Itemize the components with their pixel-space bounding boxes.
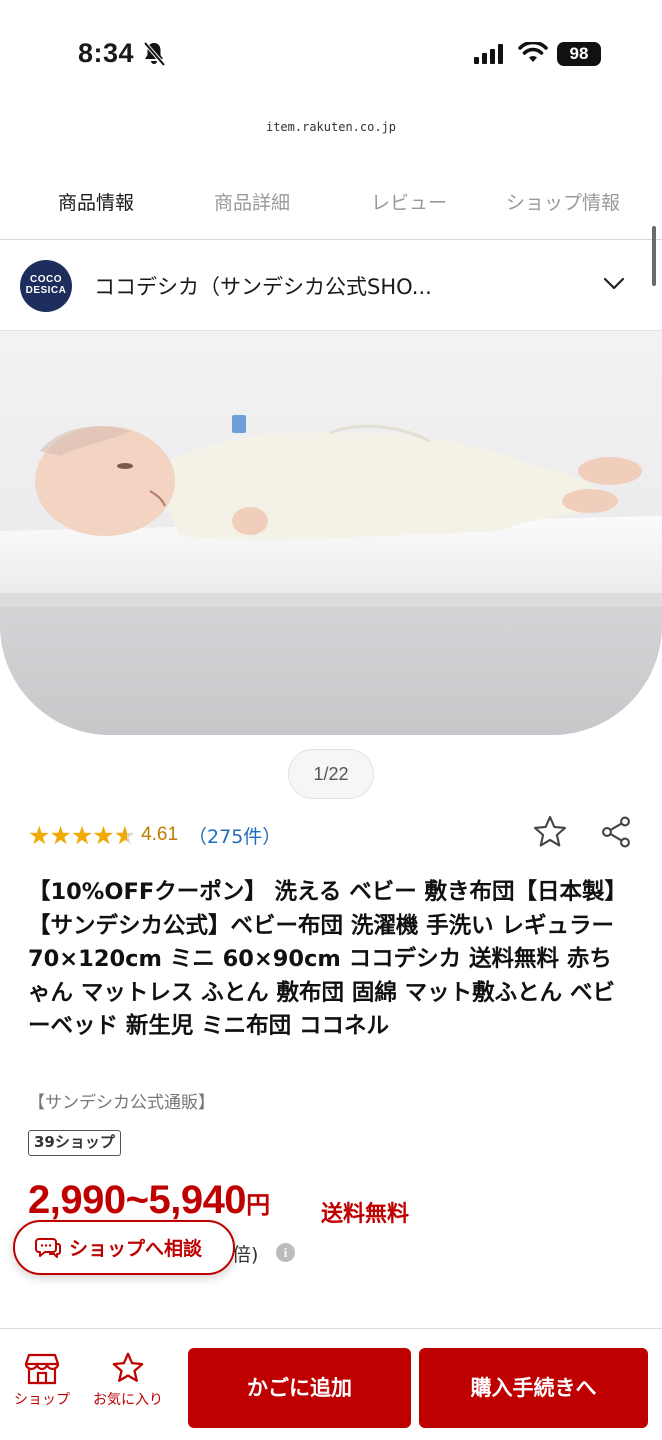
url-bar[interactable]: item.rakuten.co.jp [0, 120, 662, 134]
chevron-down-icon[interactable] [603, 277, 625, 291]
favorite-star-icon[interactable] [532, 814, 568, 850]
image-pager: 1/22 [288, 749, 374, 799]
shop-name[interactable]: ココデシカ（サンデシカ公式SHO... [94, 271, 432, 301]
wifi-icon [518, 42, 548, 62]
price: 2,990~5,940円 [28, 1178, 270, 1223]
status-time: 8:34 [78, 38, 135, 68]
rating-stars-fill: ★★★★★ [28, 820, 127, 850]
shop-tag: 【サンデシカ公式通販】 [28, 1093, 215, 1113]
product-title: 【10%OFFクーポン】 洗える ベビー 敷き布団【日本製】【サンデシカ公式】ベ… [28, 879, 628, 1039]
rating-stars: ★★★★★ ★★★★★ [28, 820, 136, 850]
bell-off-icon [143, 41, 166, 67]
consult-shop-label: ショップへ相談 [69, 1238, 203, 1260]
shop-logo: COCO DESICA [20, 260, 72, 312]
tab-product-details[interactable]: 商品詳細 [214, 188, 290, 215]
add-to-cart-button[interactable]: かごに追加 [188, 1348, 411, 1428]
points-info: 倍) [232, 1244, 259, 1266]
rating-value: 4.61 [141, 824, 179, 845]
review-count-link[interactable]: （275件） [188, 822, 281, 849]
shop-39-badge: 39ショップ [28, 1130, 121, 1156]
free-shipping-label: 送料無料 [321, 1202, 410, 1227]
favorite-nav-button[interactable]: お気に入り [93, 1351, 163, 1409]
product-image[interactable] [0, 331, 662, 735]
price-unit: 円 [246, 1192, 270, 1219]
bottom-action-bar: ショップ お気に入り かごに追加 購入手続きへ [0, 1328, 662, 1440]
status-bar: 8:34 98 [0, 0, 662, 108]
rating-row[interactable]: ★★★★★ ★★★★★ 4.61 （275件） [28, 818, 281, 852]
consult-shop-button[interactable]: ショップへ相談 [13, 1220, 235, 1275]
shop-header[interactable]: COCO DESICA ココデシカ（サンデシカ公式SHO... [0, 241, 662, 331]
chat-bubble-icon [35, 1237, 61, 1258]
tab-shop-info[interactable]: ショップ情報 [506, 188, 620, 215]
tab-bar: 商品情報 商品詳細 レビュー ショップ情報 [0, 168, 662, 240]
tab-product-info[interactable]: 商品情報 [58, 188, 134, 215]
buy-now-button[interactable]: 購入手続きへ [419, 1348, 648, 1428]
shop-icon [24, 1353, 60, 1385]
tab-reviews[interactable]: レビュー [371, 188, 447, 215]
shop-nav-label: ショップ [14, 1392, 70, 1408]
battery-icon: 98 [557, 42, 601, 66]
favorite-nav-label: お気に入り [93, 1392, 163, 1408]
share-icon[interactable] [598, 814, 634, 850]
signal-icon [474, 44, 503, 64]
shop-nav-button[interactable]: ショップ [14, 1351, 70, 1409]
favorite-star-outline-icon [112, 1352, 144, 1382]
info-icon[interactable]: i [276, 1243, 295, 1262]
price-value: 2,990~5,940 [28, 1178, 247, 1222]
